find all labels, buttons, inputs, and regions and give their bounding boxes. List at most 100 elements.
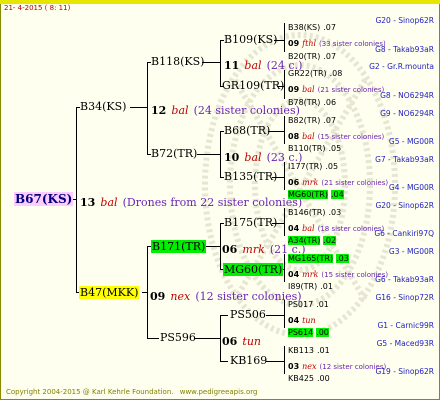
leaf-inbreeding: .05: [328, 144, 342, 153]
leaf-class: G4 - MG00R: [388, 183, 434, 192]
leaf-row: MG60(TR) .04 G4 - MG00R: [288, 183, 434, 199]
ff-queen[interactable]: B118(KS): [151, 56, 204, 67]
mf-letter: mrk: [242, 243, 265, 256]
ff-info: 12 bal (24 sister colonies): [151, 101, 300, 117]
leaf-class: G3 - MG00R: [388, 247, 434, 256]
copyright-label: Copyright 2004-2015 @ Karl Kehrle Founda…: [6, 388, 174, 396]
mff-vertical: [284, 208, 285, 236]
leaf-queen[interactable]: I89(TR): [288, 282, 317, 291]
leaf-class: G20 - Sinop62R: [375, 201, 434, 210]
leaf-class: G7 - Takab93aR: [375, 155, 434, 164]
mother-vertical: [147, 246, 148, 338]
father-queen[interactable]: B34(KS): [80, 101, 126, 112]
root-queen[interactable]: B67(KS): [14, 192, 74, 206]
mother-letter: nex: [170, 290, 191, 303]
father-connector: [130, 107, 147, 108]
leaf-queen[interactable]: B110(TR): [288, 144, 325, 153]
leaf-inbreeding: .03: [328, 208, 342, 217]
mmm-tick: [220, 361, 228, 362]
leaf-drone-info: 03 nex (12 sister colonies): [288, 356, 434, 371]
fmm-queen[interactable]: B135(TR): [224, 171, 277, 182]
mm-queen[interactable]: PS596: [160, 332, 196, 343]
leaf-drone-info: 09 bal (21 sister colonies): [288, 79, 434, 94]
leaf-row: GR22(TR) .08 G2 - Gr.R.mounta: [288, 62, 434, 78]
leaf-queen[interactable]: GR22(TR): [288, 69, 327, 78]
fm-vertical: [220, 131, 221, 177]
leaf-row: A34(TR) .02 G6 - Cankiri97Q: [288, 230, 434, 245]
leaf-row: I177(TR) .05 G7 - Takab93aR: [288, 155, 434, 171]
leaf-inbreeding: .05: [325, 162, 339, 171]
ff-count: 12: [151, 104, 167, 117]
mm-count: 06: [222, 335, 238, 348]
leaf-queen[interactable]: B82(TR): [288, 116, 320, 125]
mother-count: 09: [150, 290, 166, 303]
leaf-drone-info: 09 fthl (33 sister colonies): [288, 33, 434, 48]
leaf-class: G8 - Takab93aR: [375, 45, 434, 54]
mmm-vertical: [284, 346, 285, 374]
mmm-queen[interactable]: KB169: [230, 355, 267, 366]
leaf-row: B38(KS) .07 G20 - Sinop62R: [288, 16, 434, 32]
fff-queen[interactable]: B109(KS): [224, 34, 277, 45]
mfm-vertical: [284, 254, 285, 282]
leaf-queen[interactable]: B20(TR): [288, 52, 320, 61]
fm-queen[interactable]: B72(TR): [151, 148, 197, 159]
leaf-row: MG165(TR) .03 G3 - MG00R: [288, 247, 434, 263]
mother-queen[interactable]: B47(MKK): [79, 286, 140, 299]
leaf-inbreeding: .01: [317, 346, 330, 355]
fm-letter: bal: [244, 151, 262, 164]
leaf-queen[interactable]: MG165(TR): [288, 254, 334, 263]
fm-connector: [197, 154, 220, 155]
leaf-class: G5 - Maced93R: [376, 339, 434, 348]
leaf-drone-info: 08 bal (15 sister colonies): [288, 126, 434, 141]
fff-count: 11: [224, 59, 240, 72]
fmm-vertical: [284, 162, 285, 190]
leaf-class: G6 - Takab93aR: [375, 275, 434, 284]
father-vertical: [147, 62, 148, 154]
leaf-class: G8 - NO6294R: [380, 91, 434, 100]
leaf-row: B82(TR) .07 G9 - NO6294R: [288, 109, 434, 125]
mf-queen[interactable]: B171(TR): [151, 240, 207, 253]
leaf-drone-info: 06 mrk (21 sister colonies): [288, 172, 434, 187]
leaf-queen[interactable]: B78(TR): [288, 98, 320, 107]
mmf-vertical: [284, 300, 285, 328]
leaf-row: KB113.01 G5 - Maced93R: [288, 339, 434, 355]
mfm-queen[interactable]: MG60(TR): [223, 263, 284, 276]
mother-text: (12 sister colonies): [195, 290, 302, 303]
leaf-class: G9 - NO6294R: [380, 109, 434, 118]
leaf-row: B110(TR) .05 G5 - MG00R: [288, 137, 434, 153]
leaf-queen[interactable]: B38(KS): [288, 23, 320, 32]
copyright-text: Copyright 2004-2015 @ Karl Kehrle Founda…: [6, 389, 257, 396]
leaf-inbreeding: .07: [323, 116, 337, 125]
leaf-queen[interactable]: KB425: [288, 374, 314, 383]
leaf-inbreeding: .07: [323, 23, 336, 32]
mm-letter: tun: [242, 335, 261, 348]
leaf-class: G1 - Carnic99R: [377, 321, 434, 330]
leaf-class: G5 - MG00R: [388, 137, 434, 146]
mm-info: 06 tun: [222, 332, 261, 348]
leaf-drone-info: 04 mrk (15 sister colonies): [288, 264, 434, 279]
leaf-row: B20(TR) .07 G8 - Takab93aR: [288, 45, 434, 61]
leaf-queen[interactable]: A34(TR): [288, 236, 321, 245]
gen1-letter: bal: [100, 196, 118, 209]
leaf-queen[interactable]: PS017: [288, 300, 313, 309]
leaf-class: G20 - Sinop62R: [375, 16, 434, 25]
leaf-inbreeding: .08: [329, 69, 343, 78]
ff-text: (24 sister colonies): [193, 104, 300, 117]
website-link[interactable]: www.pedigreeapis.org: [180, 388, 258, 396]
gen1-text: (Drones from 22 sister colonies): [122, 196, 303, 209]
mm-vertical: [220, 315, 221, 361]
leaf-row: I89(TR) .01 G6 - Takab93aR: [288, 275, 434, 291]
leaf-queen[interactable]: PS614: [288, 328, 314, 337]
mmf-queen[interactable]: PS506: [230, 309, 266, 320]
leaf-queen[interactable]: B146(TR): [288, 208, 325, 217]
ffm-queen[interactable]: GR109(TR): [222, 80, 284, 91]
mff-queen[interactable]: B175(TR): [224, 217, 277, 228]
leaf-queen[interactable]: KB113: [288, 346, 314, 355]
leaf-queen[interactable]: MG60(TR): [288, 190, 328, 199]
fmf-queen[interactable]: B68(TR): [224, 125, 270, 136]
leaf-queen[interactable]: I177(TR): [288, 162, 322, 171]
leaf-row: KB425.00 G19 - Sinop62R: [288, 368, 434, 383]
leaf-class: G2 - Gr.R.mounta: [369, 62, 434, 71]
date-stamp: 21- 4-2015 ( 8: 11): [4, 4, 71, 12]
fm-count: 10: [224, 151, 240, 164]
